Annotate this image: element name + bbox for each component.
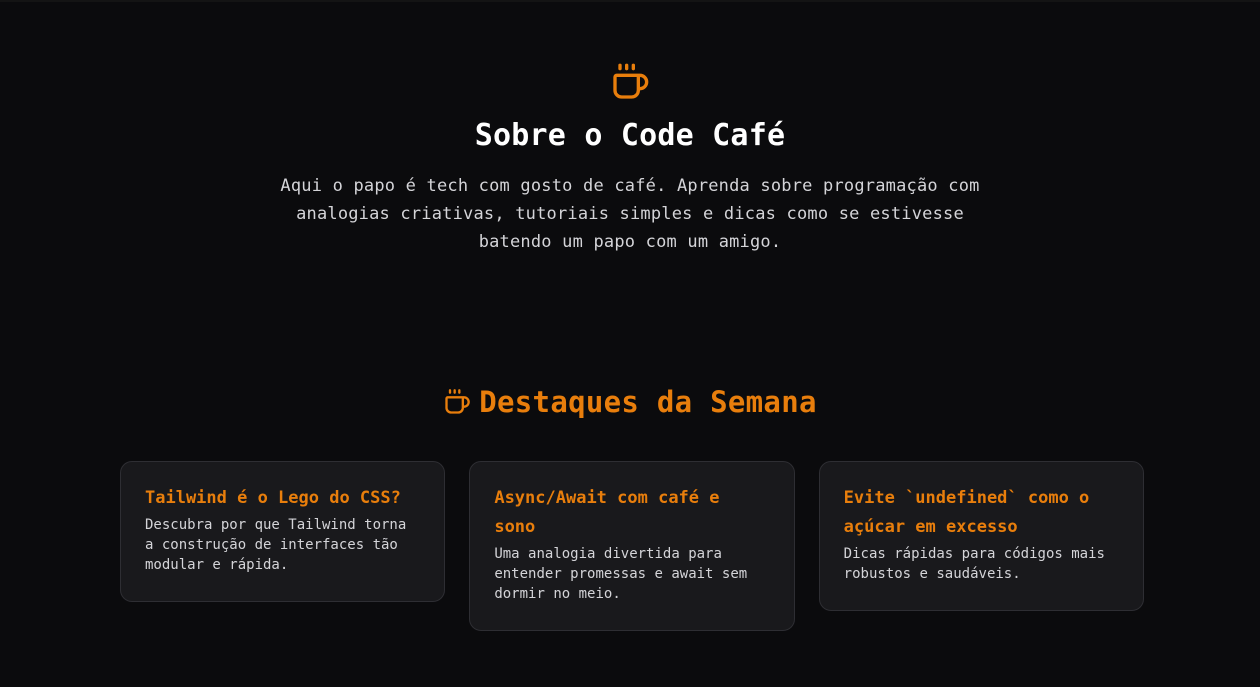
card-description: Uma analogia divertida para entender pro…	[494, 546, 748, 602]
highlight-card-undefined[interactable]: Evite `undefined` como o açúcar em exces…	[818, 461, 1144, 611]
highlight-card-tailwind[interactable]: Tailwind é o Lego do CSS? Descubra por q…	[120, 461, 446, 602]
card-title[interactable]: Async/Await com café e sono	[494, 484, 769, 542]
card-description: Dicas rápidas para códigos mais robustos…	[843, 546, 1105, 582]
page: Sobre o Code Café Aqui o papo é tech com…	[0, 0, 1260, 687]
card-title[interactable]: Evite `undefined` como o açúcar em exces…	[844, 484, 1119, 542]
coffee-cup-icon	[445, 389, 471, 414]
about-description: Aqui o papo é tech com gosto de café. Ap…	[280, 176, 980, 252]
card-description: Descubra por que Tailwind torna a constr…	[145, 517, 407, 573]
about-title: Sobre o Code Café	[474, 118, 786, 153]
about-section: Sobre o Code Café Aqui o papo é tech com…	[0, 62, 1260, 256]
top-divider	[0, 0, 1260, 2]
highlights-title: Destaques da Semana	[479, 385, 817, 419]
highlights-heading: Destaques da Semana	[0, 384, 1260, 420]
coffee-cup-icon	[613, 63, 649, 99]
highlights-cards: Tailwind é o Lego do CSS? Descubra por q…	[120, 461, 1144, 631]
card-title[interactable]: Tailwind é o Lego do CSS?	[145, 484, 420, 513]
highlight-card-async-await[interactable]: Async/Await com café e sono Uma analogia…	[469, 461, 795, 631]
